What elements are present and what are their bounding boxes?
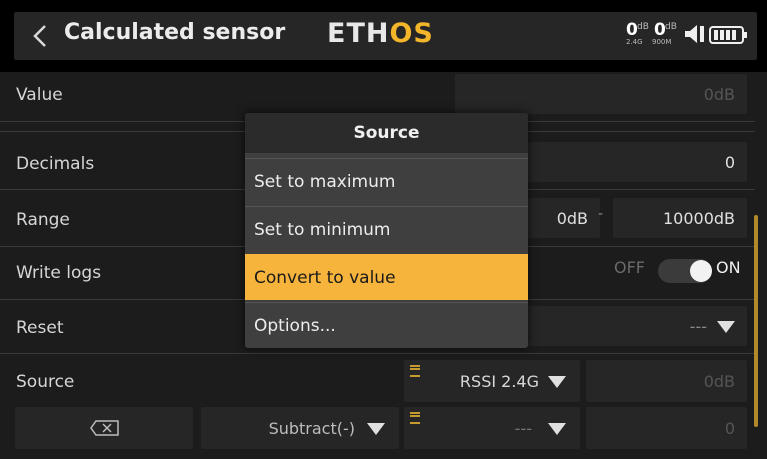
menu-item-options[interactable]: Options...: [245, 302, 528, 348]
source-marker-icon: [410, 412, 420, 424]
source-dropdown[interactable]: RSSI 2.4G: [404, 360, 580, 402]
chevron-down-icon: [717, 321, 735, 333]
range-label: Range: [16, 210, 70, 230]
operation-value: Subtract(-): [268, 419, 355, 438]
battery-icon: [709, 26, 747, 44]
source-label: Source: [16, 372, 75, 392]
ethos-logo: ETHOS: [327, 18, 434, 49]
decimals-label: Decimals: [16, 154, 95, 174]
value-label: Value: [16, 85, 63, 105]
menu-item-convert-to-value[interactable]: Convert to value: [245, 254, 528, 300]
screen: Calculated sensor ETHOS 0 dB 2.4G 0 dB 9…: [0, 0, 767, 459]
menu-title: Source: [245, 113, 528, 153]
range-separator: -: [598, 206, 604, 222]
write-logs-label: Write logs: [16, 263, 102, 283]
menu-item-set-to-minimum[interactable]: Set to minimum: [245, 206, 528, 252]
source-value: RSSI 2.4G: [459, 372, 539, 391]
value-field-text: 0dB: [703, 85, 735, 104]
operation-source-dropdown[interactable]: ---: [404, 407, 580, 449]
rssi-unit-1: dB: [637, 22, 649, 32]
logo-part-1: ETH: [327, 18, 390, 49]
source-field-text: 0dB: [703, 372, 735, 391]
rssi-unit-2: dB: [665, 22, 677, 32]
rssi-indicator: 0 dB 2.4G 0 dB 900M: [626, 20, 684, 52]
chevron-down-icon: [548, 423, 566, 435]
scrollbar[interactable]: [754, 215, 758, 427]
page-title: Calculated sensor: [64, 20, 286, 45]
back-chevron-icon[interactable]: [26, 21, 56, 51]
source-value-field[interactable]: 0dB: [586, 360, 747, 402]
toggle-on-label: ON: [716, 258, 741, 277]
range-max-field[interactable]: 10000dB: [613, 198, 747, 238]
source-marker-icon: [410, 365, 420, 377]
range-min-text: 0dB: [556, 209, 588, 228]
divider: [0, 353, 755, 354]
reset-label: Reset: [16, 318, 64, 338]
clear-x-icon: [90, 420, 119, 436]
range-max-text: 10000dB: [662, 209, 735, 228]
decimals-field-text: 0: [724, 153, 735, 172]
source-context-menu: Source Set to maximum Set to minimum Con…: [245, 113, 528, 348]
value-field[interactable]: 0dB: [455, 74, 747, 114]
menu-item-set-to-maximum[interactable]: Set to maximum: [245, 158, 528, 204]
rssi-band-2: 900M: [652, 38, 672, 46]
reset-value: ---: [689, 317, 707, 336]
speaker-icon[interactable]: [683, 23, 707, 45]
header-bar: Calculated sensor ETHOS 0 dB 2.4G 0 dB 9…: [0, 0, 767, 72]
operation-field-text: 0: [724, 419, 735, 438]
clear-button[interactable]: [15, 407, 193, 449]
operation-source-value: ---: [514, 419, 532, 438]
operation-dropdown[interactable]: Subtract(-): [201, 407, 399, 449]
logo-part-2: OS: [389, 18, 434, 49]
chevron-down-icon: [367, 423, 385, 435]
toggle-knob: [690, 260, 712, 282]
operation-value-field[interactable]: 0: [586, 407, 747, 449]
chevron-down-icon: [548, 376, 566, 388]
toggle-off-label: OFF: [614, 258, 645, 277]
rssi-band-1: 2.4G: [626, 38, 643, 46]
